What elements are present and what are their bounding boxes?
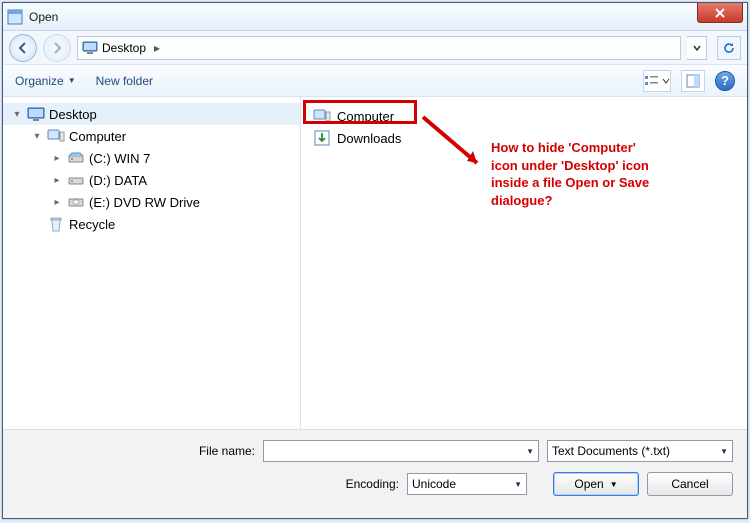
drive-icon xyxy=(67,172,85,188)
tree-label: (C:) WIN 7 xyxy=(89,151,150,166)
tree-node-computer[interactable]: ▾ Computer xyxy=(3,125,300,147)
drive-icon xyxy=(67,150,85,166)
tree-label: Computer xyxy=(69,129,126,144)
annotation-text: How to hide 'Computer' icon under 'Deskt… xyxy=(491,139,651,209)
tree-node-desktop[interactable]: ▾ Desktop xyxy=(3,103,300,125)
window-title: Open xyxy=(29,10,58,24)
list-item-label: Downloads xyxy=(337,131,401,146)
organize-menu[interactable]: Organize ▼ xyxy=(15,74,76,88)
encoding-select[interactable]: Unicode ▼ xyxy=(407,473,527,495)
organize-label: Organize xyxy=(15,74,64,88)
new-folder-button[interactable]: New folder xyxy=(96,74,153,88)
recycle-bin-icon xyxy=(47,216,65,232)
titlebar[interactable]: Open xyxy=(3,3,747,31)
tree-label: Recycle xyxy=(69,217,115,232)
chevron-down-icon[interactable]: ▼ xyxy=(720,447,728,456)
back-button[interactable] xyxy=(9,34,37,62)
tree-node-recycle[interactable]: Recycle xyxy=(3,213,300,235)
dvd-drive-icon xyxy=(67,194,85,210)
breadcrumb[interactable]: Desktop ▸ xyxy=(77,36,681,60)
forward-button[interactable] xyxy=(43,34,71,62)
dialog-body: ▾ Desktop ▾ Computer ▸ (C:) WIN 7 ▸ (D:)… xyxy=(3,97,747,430)
toolbar: Organize ▼ New folder ? xyxy=(3,65,747,97)
filename-input[interactable]: ▼ xyxy=(263,440,539,462)
expand-icon[interactable]: ▸ xyxy=(51,175,63,186)
help-button[interactable]: ? xyxy=(715,71,735,91)
tree-node-d-drive[interactable]: ▸ (D:) DATA xyxy=(3,169,300,191)
open-dialog-window: Open Desktop ▸ Organize ▼ xyxy=(2,2,748,519)
view-options-button[interactable] xyxy=(643,70,671,92)
nav-tree[interactable]: ▾ Desktop ▾ Computer ▸ (C:) WIN 7 ▸ (D:)… xyxy=(3,97,301,429)
collapse-icon[interactable]: ▾ xyxy=(11,109,23,120)
chevron-down-icon[interactable]: ▼ xyxy=(514,480,522,489)
filetype-filter[interactable]: Text Documents (*.txt) ▼ xyxy=(547,440,733,462)
close-button[interactable] xyxy=(697,3,743,23)
open-button[interactable]: Open ▼ xyxy=(553,472,639,496)
chevron-down-icon: ▼ xyxy=(68,76,76,85)
encoding-label: Encoding: xyxy=(346,477,399,491)
computer-icon xyxy=(47,128,65,144)
encoding-value: Unicode xyxy=(412,477,456,491)
nav-bar: Desktop ▸ xyxy=(3,31,747,65)
breadcrumb-text: Desktop xyxy=(102,41,146,55)
expand-icon[interactable]: ▸ xyxy=(51,153,63,164)
breadcrumb-separator-icon[interactable]: ▸ xyxy=(150,41,164,55)
filename-label: File name: xyxy=(125,444,255,458)
app-icon xyxy=(7,9,23,25)
cancel-button[interactable]: Cancel xyxy=(647,472,733,496)
chevron-down-icon: ▼ xyxy=(610,480,618,489)
desktop-icon xyxy=(27,106,45,122)
dialog-footer: File name: ▼ Text Documents (*.txt) ▼ En… xyxy=(3,430,747,518)
tree-label: Desktop xyxy=(49,107,97,122)
tree-node-e-drive[interactable]: ▸ (E:) DVD RW Drive xyxy=(3,191,300,213)
breadcrumb-dropdown[interactable] xyxy=(687,36,707,60)
tree-node-c-drive[interactable]: ▸ (C:) WIN 7 xyxy=(3,147,300,169)
cancel-label: Cancel xyxy=(671,477,708,491)
new-folder-label: New folder xyxy=(96,74,153,88)
chevron-down-icon[interactable]: ▼ xyxy=(526,447,534,456)
preview-pane-button[interactable] xyxy=(681,70,705,92)
expand-icon[interactable]: ▸ xyxy=(51,197,63,208)
tree-label: (D:) DATA xyxy=(89,173,147,188)
collapse-icon[interactable]: ▾ xyxy=(31,131,43,142)
file-list[interactable]: Computer Downloads How to hide 'Computer… xyxy=(301,97,747,429)
open-label: Open xyxy=(574,477,603,491)
downloads-icon xyxy=(313,130,331,146)
filter-value: Text Documents (*.txt) xyxy=(552,444,670,458)
tree-label: (E:) DVD RW Drive xyxy=(89,195,200,210)
annotation-highlight-box xyxy=(303,100,417,124)
desktop-icon xyxy=(82,41,98,55)
refresh-button[interactable] xyxy=(717,36,741,60)
